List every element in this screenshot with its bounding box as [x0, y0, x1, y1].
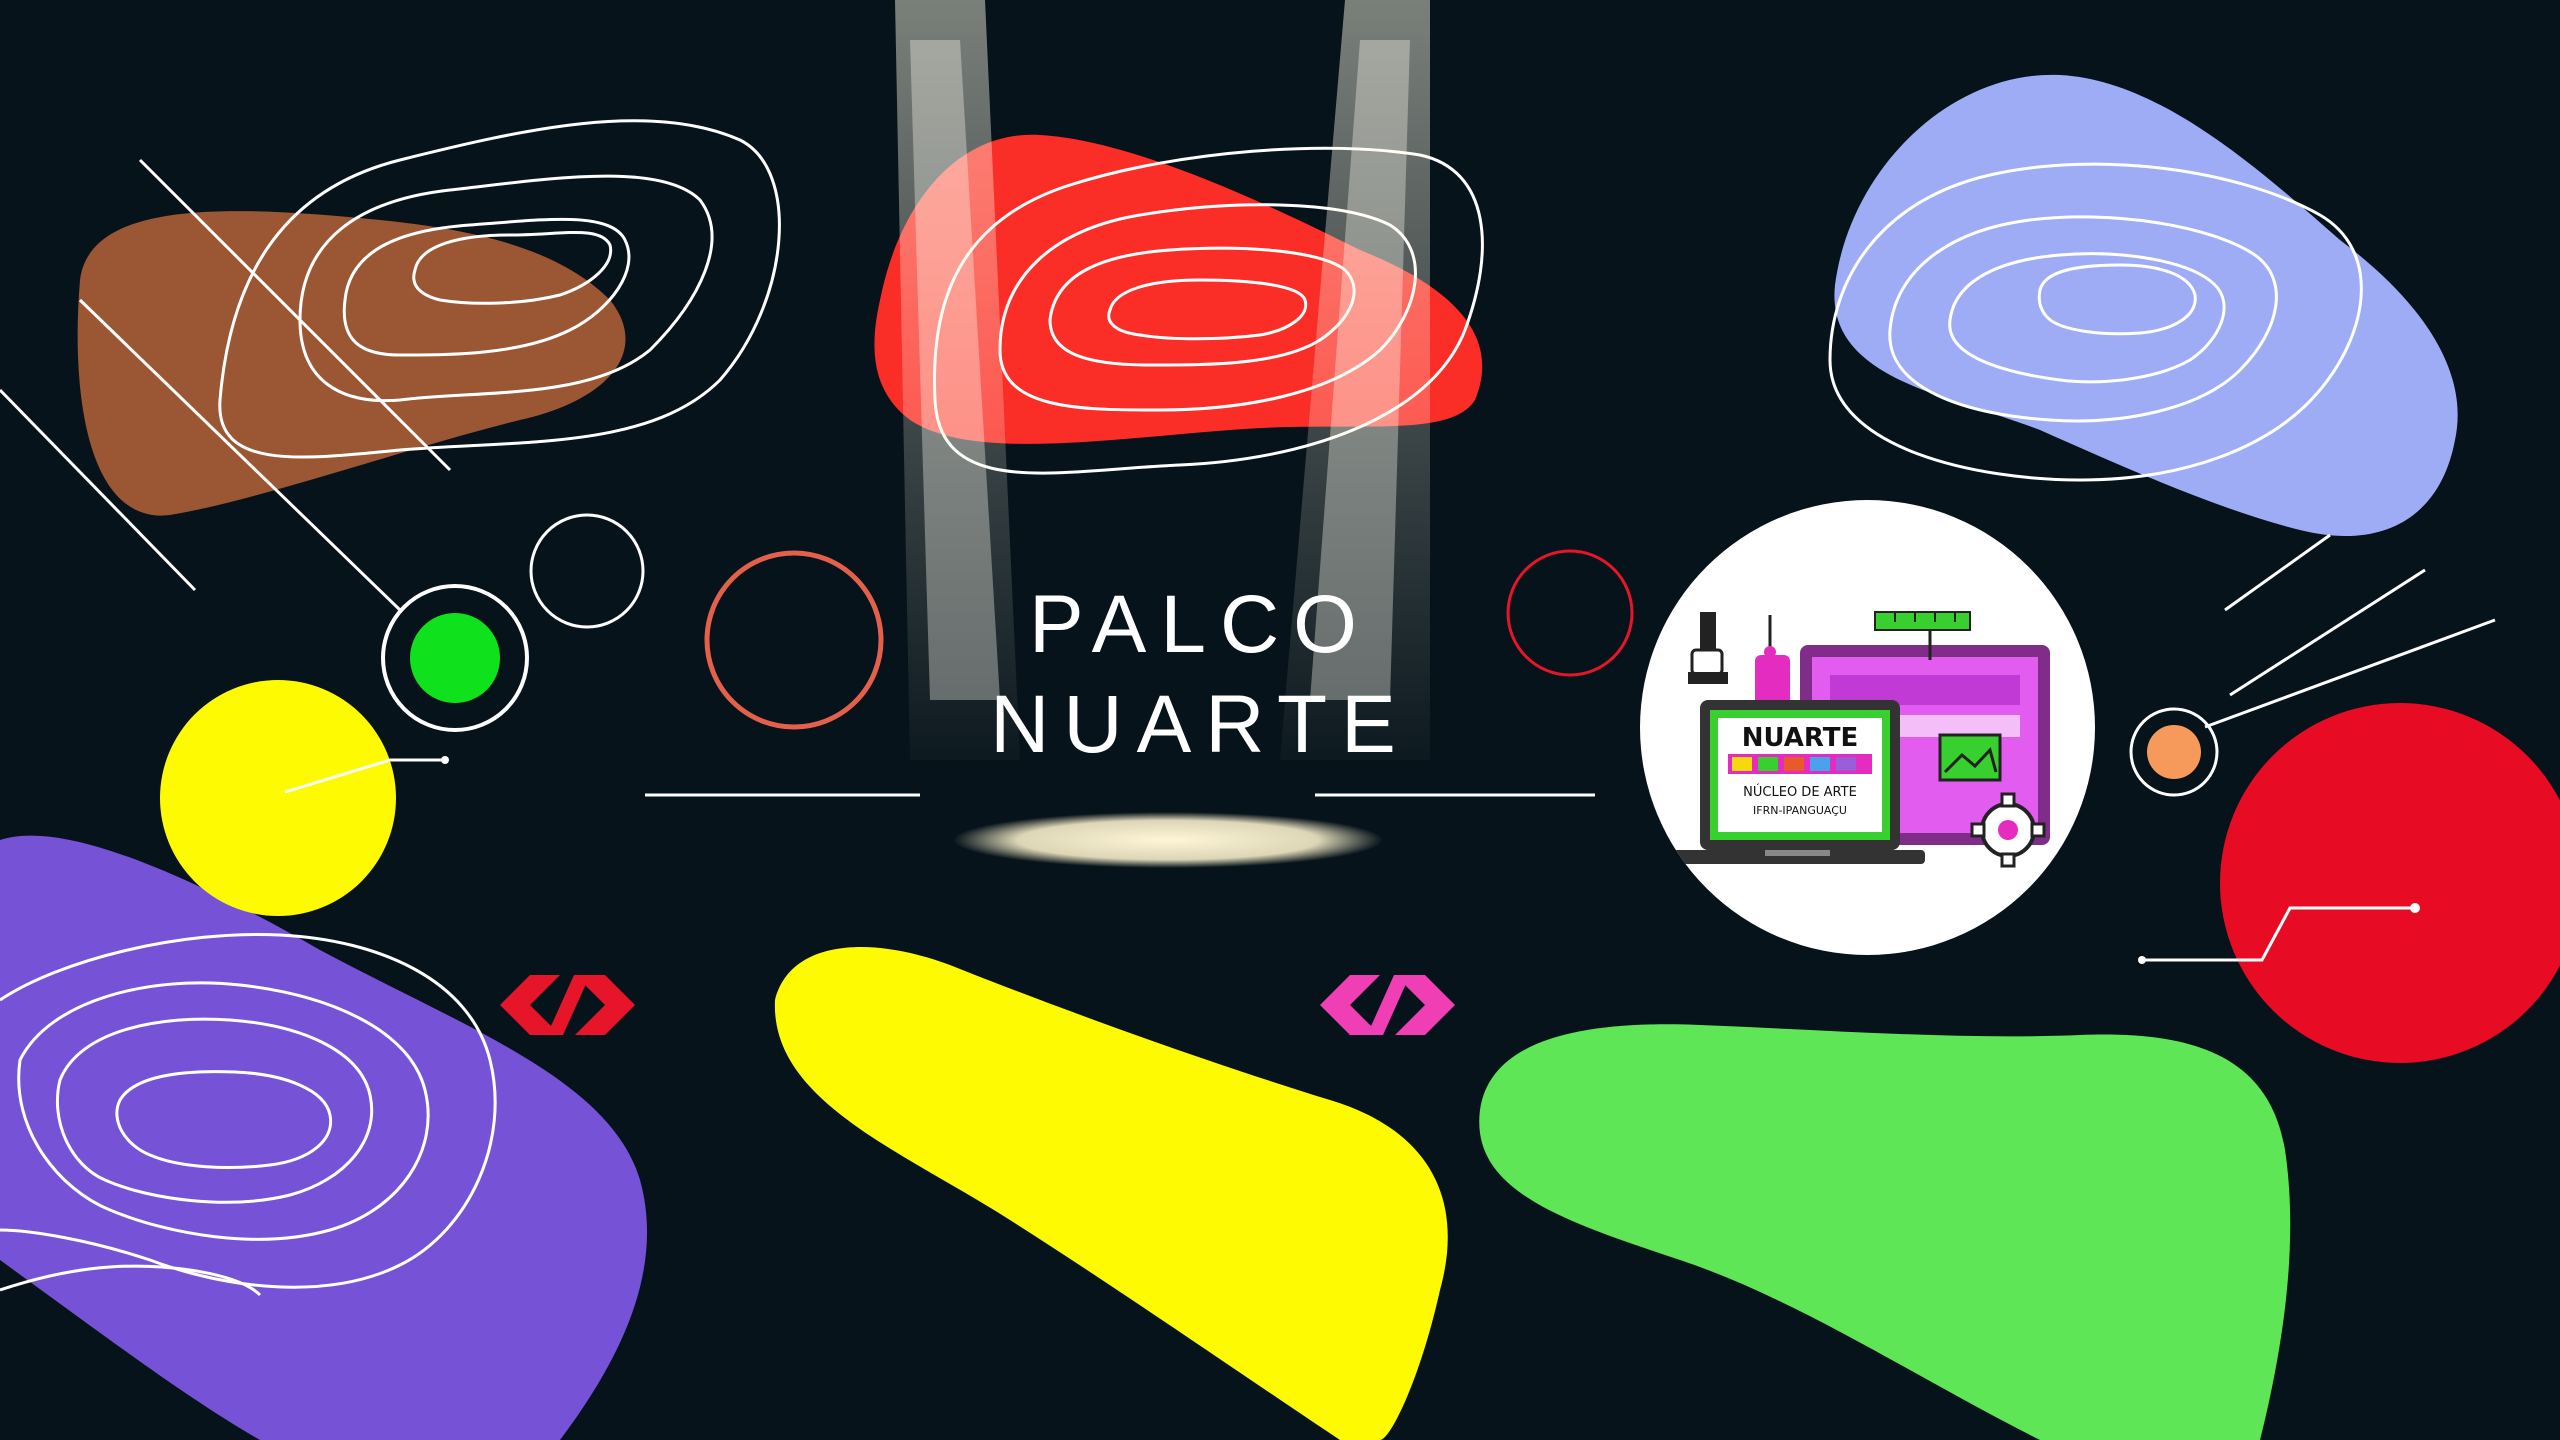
title-line-2: NUARTE: [990, 679, 1410, 770]
code-chevron-icon: [1320, 975, 1455, 1035]
green-dot: [410, 613, 500, 703]
title-line-1: PALCO: [1029, 579, 1371, 670]
purple-blob: [0, 835, 648, 1440]
crimson-circle: [2220, 703, 2560, 1063]
red-ring: [1506, 549, 1634, 677]
logo-badge: NUARTE NÚCLEO DE ARTE IFRN-IPANGUAÇU: [1640, 500, 2095, 955]
logo-illustration: NUARTE NÚCLEO DE ARTE IFRN-IPANGUAÇU: [1670, 611, 2050, 868]
logo-wordmark: NUARTE: [1742, 723, 1859, 753]
stage: PALCO NUARTE NUARTE NÚCLEO DE ARTE IFRN-…: [0, 0, 2560, 1440]
stage-floor-glow: [953, 812, 1383, 868]
lavender-blob: [1834, 74, 2458, 536]
code-chevron-icon: [500, 975, 635, 1035]
brown-blob: [77, 211, 626, 516]
page-title: PALCO NUARTE: [940, 575, 1460, 775]
logo-institution: IFRN-IPANGUAÇU: [1753, 804, 1847, 817]
white-ring: [529, 513, 645, 629]
salmon-ring: [704, 550, 884, 730]
yellow-circle: [160, 680, 396, 916]
image-icon: [1938, 733, 2002, 782]
green-blob: [1479, 1024, 2291, 1440]
orange-dot: [2147, 725, 2201, 779]
logo-subtitle: NÚCLEO DE ARTE: [1743, 784, 1857, 800]
